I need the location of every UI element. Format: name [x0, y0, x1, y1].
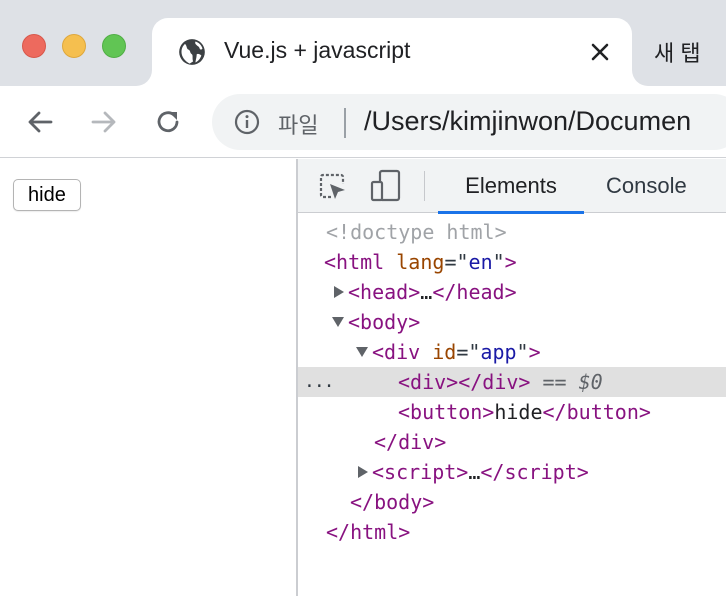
- attr-value: app: [480, 340, 517, 364]
- tab-elements[interactable]: Elements: [438, 159, 584, 214]
- dom-node-body[interactable]: <body>: [298, 307, 726, 337]
- dom-node-head[interactable]: <head>…</head>: [298, 277, 726, 307]
- tag-bracket: >: [456, 460, 469, 484]
- page-viewport: hide: [0, 159, 296, 596]
- tag-bracket: >: [528, 340, 541, 364]
- info-icon[interactable]: [234, 109, 260, 135]
- attr-name: id: [432, 340, 457, 364]
- tag-bracket: </: [480, 460, 505, 484]
- text-node: hide: [494, 400, 543, 424]
- address-bar[interactable]: 파일 /Users/kimjinwon/Documen: [212, 94, 726, 150]
- close-icon[interactable]: [588, 40, 612, 64]
- tag-bracket: </: [326, 520, 351, 544]
- tag-bracket: >: [422, 490, 435, 514]
- doctype-text: <!doctype html>: [326, 220, 507, 244]
- attr-equals: =": [456, 340, 481, 364]
- dom-node-div-close[interactable]: </div>: [298, 427, 726, 457]
- tag-name: div: [384, 340, 421, 364]
- tag-name: head: [456, 280, 505, 304]
- window-close-button[interactable]: [22, 34, 46, 58]
- more-options-dots[interactable]: ...: [304, 367, 334, 397]
- ellipsis: …: [420, 280, 433, 304]
- attr-value: en: [468, 250, 493, 274]
- tag-bracket: >: [408, 280, 421, 304]
- tag-bracket: <: [372, 340, 385, 364]
- tag-name: button: [410, 400, 483, 424]
- tag-bracket: >: [504, 250, 517, 274]
- tag-bracket: >: [398, 520, 411, 544]
- reload-icon[interactable]: [152, 106, 184, 138]
- selected-marker: == $0: [542, 370, 603, 394]
- hide-button[interactable]: hide: [13, 179, 81, 211]
- tab-new-tab[interactable]: 새 탭: [654, 36, 701, 68]
- tag-name: body: [374, 490, 423, 514]
- devtools-toolbar-separator: [424, 171, 425, 201]
- attr-quote: ": [516, 340, 529, 364]
- tag-bracket: >: [638, 400, 651, 424]
- collapse-triangle-icon[interactable]: [332, 316, 344, 327]
- tag-bracket: <: [324, 250, 337, 274]
- tag-bracket: >: [408, 310, 421, 334]
- tag-name: div: [482, 370, 519, 394]
- ellipsis: …: [468, 460, 481, 484]
- inspect-element-icon[interactable]: [318, 172, 348, 202]
- tag-bracket: </: [350, 490, 375, 514]
- expand-triangle-icon[interactable]: [334, 285, 344, 298]
- tag-bracket: <: [372, 460, 385, 484]
- tag-bracket: <: [398, 370, 411, 394]
- attr-name: lang: [396, 250, 445, 274]
- attr-quote: ": [492, 250, 505, 274]
- tag-name: button: [566, 400, 639, 424]
- tag-name: html: [336, 250, 385, 274]
- url-text[interactable]: /Users/kimjinwon/Documen: [364, 106, 691, 137]
- expand-triangle-icon[interactable]: [358, 465, 368, 478]
- tag-name: div: [410, 370, 447, 394]
- tab-title: Vue.js + javascript: [224, 37, 411, 63]
- dom-tree: <!doctype html> <html lang="en"> <head>……: [298, 217, 726, 547]
- devtools-panel: Elements Console <!doctype html> <html l…: [296, 159, 726, 596]
- tag-bracket: </: [542, 400, 567, 424]
- tab-vuejs[interactable]: Vue.js + javascript: [152, 18, 632, 86]
- device-toolbar-icon[interactable]: [370, 169, 402, 203]
- file-scheme-label: 파일: [278, 113, 319, 138]
- dom-node-button[interactable]: <button>hide</button>: [298, 397, 726, 427]
- tag-bracket: >: [482, 400, 495, 424]
- devtools-toolbar: Elements Console: [298, 159, 726, 214]
- tag-bracket: <: [348, 280, 361, 304]
- tag-bracket: <: [348, 310, 361, 334]
- tag-name: head: [360, 280, 409, 304]
- dom-node-script[interactable]: <script>…</script>: [298, 457, 726, 487]
- tag-bracket: >: [434, 430, 447, 454]
- dom-node-body-close[interactable]: </body>: [298, 487, 726, 517]
- tag-bracket: <: [398, 400, 411, 424]
- dom-node-html-close[interactable]: </html>: [298, 517, 726, 547]
- tag-bracket: </: [432, 280, 457, 304]
- arrow-right-icon[interactable]: [88, 106, 120, 138]
- tag-name: script: [384, 460, 457, 484]
- browser-toolbar: 파일 /Users/kimjinwon/Documen: [0, 86, 726, 158]
- tag-name: body: [360, 310, 409, 334]
- window-minimize-button[interactable]: [62, 34, 86, 58]
- tag-bracket: </: [374, 430, 399, 454]
- tag-bracket: >: [504, 280, 517, 304]
- omnibox-separator: [344, 108, 346, 138]
- collapse-triangle-icon[interactable]: [356, 346, 368, 357]
- dom-node-doctype[interactable]: <!doctype html>: [298, 217, 726, 247]
- tag-bracket: >: [576, 460, 589, 484]
- tag-name: script: [504, 460, 577, 484]
- globe-icon: [179, 39, 205, 65]
- dom-node-html[interactable]: <html lang="en">: [298, 247, 726, 277]
- tag-name: html: [350, 520, 399, 544]
- tab-console[interactable]: Console: [606, 159, 687, 213]
- window-zoom-button[interactable]: [102, 34, 126, 58]
- dom-node-div-app[interactable]: <div id="app">: [298, 337, 726, 367]
- attr-equals: =": [444, 250, 469, 274]
- tag-bracket: ></: [446, 370, 483, 394]
- tab-strip: Vue.js + javascript 새 탭: [0, 0, 726, 86]
- tag-bracket: >: [518, 370, 531, 394]
- arrow-left-icon[interactable]: [24, 106, 56, 138]
- dom-node-div-selected[interactable]: ... <div></div> == $0: [298, 367, 726, 397]
- tag-name: div: [398, 430, 435, 454]
